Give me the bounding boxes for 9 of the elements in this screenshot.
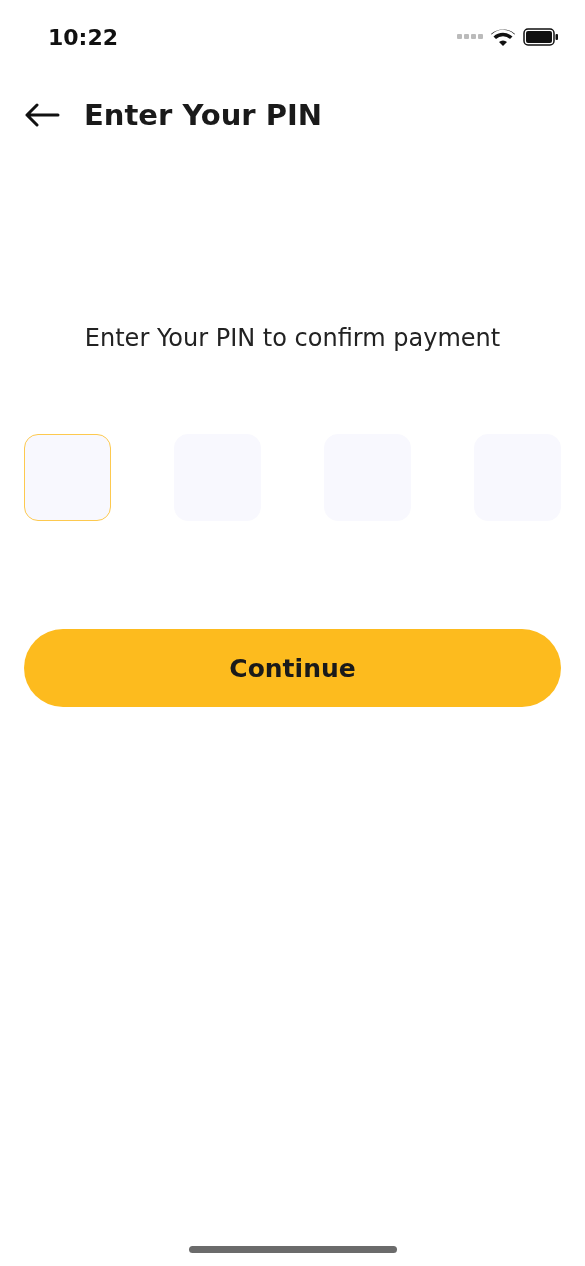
- page-title: Enter Your PIN: [84, 98, 322, 132]
- signal-icon: [457, 34, 483, 40]
- battery-icon: [523, 28, 559, 46]
- continue-button[interactable]: Continue: [24, 629, 561, 707]
- status-time: 10:22: [48, 24, 119, 50]
- pin-field[interactable]: [24, 434, 111, 521]
- back-arrow-icon[interactable]: [24, 103, 60, 127]
- pin-prompt: Enter Your PIN to confirm payment: [83, 324, 502, 352]
- wifi-icon: [491, 28, 515, 46]
